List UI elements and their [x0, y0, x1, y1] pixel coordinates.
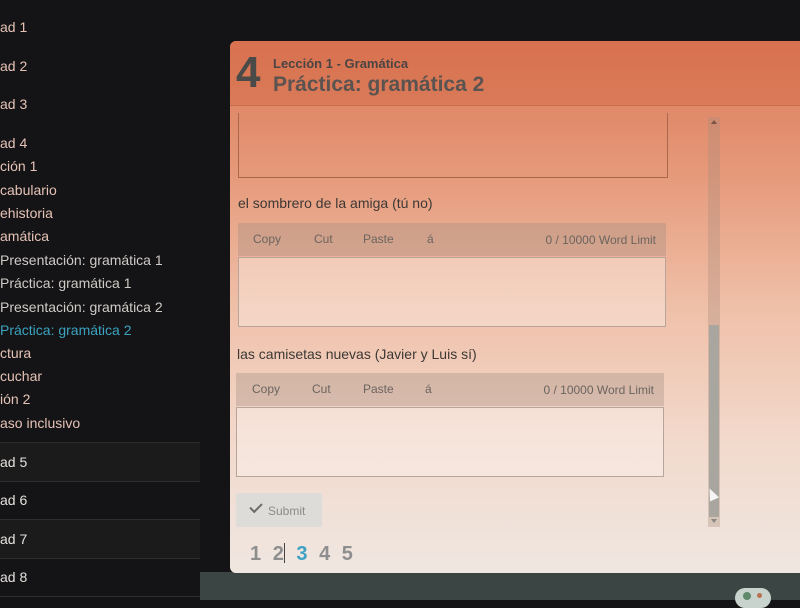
copy-button[interactable]: Copy	[252, 382, 280, 396]
answer-textarea[interactable]	[238, 257, 666, 327]
divider	[0, 481, 200, 482]
page-title: Práctica: gramática 2	[273, 73, 485, 96]
sidebar-item-unit-5[interactable]: ad 5	[0, 454, 27, 470]
sidebar-item-paso-inclusivo[interactable]: aso inclusivo	[0, 415, 80, 431]
sidebar-band	[0, 520, 200, 558]
page-4-link[interactable]: 4	[319, 543, 330, 566]
previous-answer-box[interactable]	[238, 113, 668, 178]
submit-button[interactable]: Submit	[236, 493, 322, 527]
sidebar-item-escuchar[interactable]: cuchar	[0, 368, 42, 384]
text-cursor	[283, 543, 285, 563]
sidebar-item-practica-gramatica-2[interactable]: Práctica: gramática 2	[0, 322, 132, 338]
page-3-link[interactable]: 3	[296, 543, 307, 566]
divider	[0, 596, 200, 597]
sidebar-item-lesson-1[interactable]: ción 1	[0, 158, 37, 174]
word-count: 0 / 10000 Word Limit	[543, 383, 654, 397]
cut-button[interactable]: Cut	[314, 232, 333, 246]
sidebar-item-unit-6[interactable]: ad 6	[0, 492, 27, 508]
sidebar-item-prehistoria[interactable]: ehistoria	[0, 205, 53, 221]
question-prompt: el sombrero de la amiga (tú no)	[238, 195, 433, 211]
sidebar-item-unit-2[interactable]: ad 2	[0, 58, 27, 74]
sidebar-item-unit-3[interactable]: ad 3	[0, 96, 27, 112]
answer-textarea[interactable]	[236, 407, 664, 477]
sidebar-item-gramatica[interactable]: amática	[0, 228, 49, 244]
editor-toolbar: Copy Cut Paste á 0 / 10000 Word Limit	[238, 223, 666, 256]
sidebar-item-presentacion-gramatica-1[interactable]: Presentación: gramática 1	[0, 252, 163, 268]
paste-button[interactable]: Paste	[363, 382, 394, 396]
divider	[0, 558, 200, 559]
sidebar-band	[0, 443, 200, 481]
unit-number: 4	[236, 48, 261, 97]
sidebar-item-unit-4[interactable]: ad 4	[0, 135, 27, 151]
divider	[0, 442, 200, 443]
panel-header: 4 Lección 1 - Gramática Práctica: gramát…	[230, 41, 800, 106]
page-2-link[interactable]: 2	[273, 543, 284, 566]
page-5-link[interactable]: 5	[342, 543, 353, 566]
scrollbar[interactable]	[708, 117, 720, 527]
scroll-up-arrow-icon[interactable]	[711, 120, 717, 124]
page-1-link[interactable]: 1	[250, 543, 261, 566]
sidebar-item-lectura[interactable]: ctura	[0, 345, 31, 361]
editor-toolbar: Copy Cut Paste á 0 / 10000 Word Limit	[236, 373, 664, 406]
gamepad-icon[interactable]	[735, 588, 771, 608]
word-count: 0 / 10000 Word Limit	[545, 233, 656, 247]
copy-button[interactable]: Copy	[253, 232, 281, 246]
sidebar: ad 1 ad 2 ad 3 ad 4 ción 1 cabulario ehi…	[0, 0, 200, 600]
sidebar-item-unit-8[interactable]: ad 8	[0, 569, 27, 585]
check-icon	[249, 499, 263, 514]
divider	[0, 519, 200, 520]
sidebar-item-unit-1[interactable]: ad 1	[0, 19, 27, 35]
taskbar	[200, 572, 800, 600]
pagination: 1 2 3 4 5	[250, 543, 359, 566]
accent-a-button[interactable]: á	[425, 382, 432, 396]
cut-button[interactable]: Cut	[312, 382, 331, 396]
paste-button[interactable]: Paste	[363, 232, 394, 246]
submit-label: Submit	[268, 504, 306, 518]
lesson-subtitle: Lección 1 - Gramática	[273, 56, 409, 71]
sidebar-item-unit-7[interactable]: ad 7	[0, 531, 27, 547]
sidebar-item-vocabulario[interactable]: cabulario	[0, 182, 57, 198]
scroll-down-arrow-icon[interactable]	[711, 519, 717, 523]
sidebar-item-lesson-2[interactable]: ión 2	[0, 391, 30, 407]
sidebar-item-practica-gramatica-1[interactable]: Práctica: gramática 1	[0, 275, 132, 291]
accent-a-button[interactable]: á	[427, 232, 434, 246]
sidebar-item-presentacion-gramatica-2[interactable]: Presentación: gramática 2	[0, 299, 163, 315]
question-prompt: las camisetas nuevas (Javier y Luis sí)	[237, 346, 477, 362]
